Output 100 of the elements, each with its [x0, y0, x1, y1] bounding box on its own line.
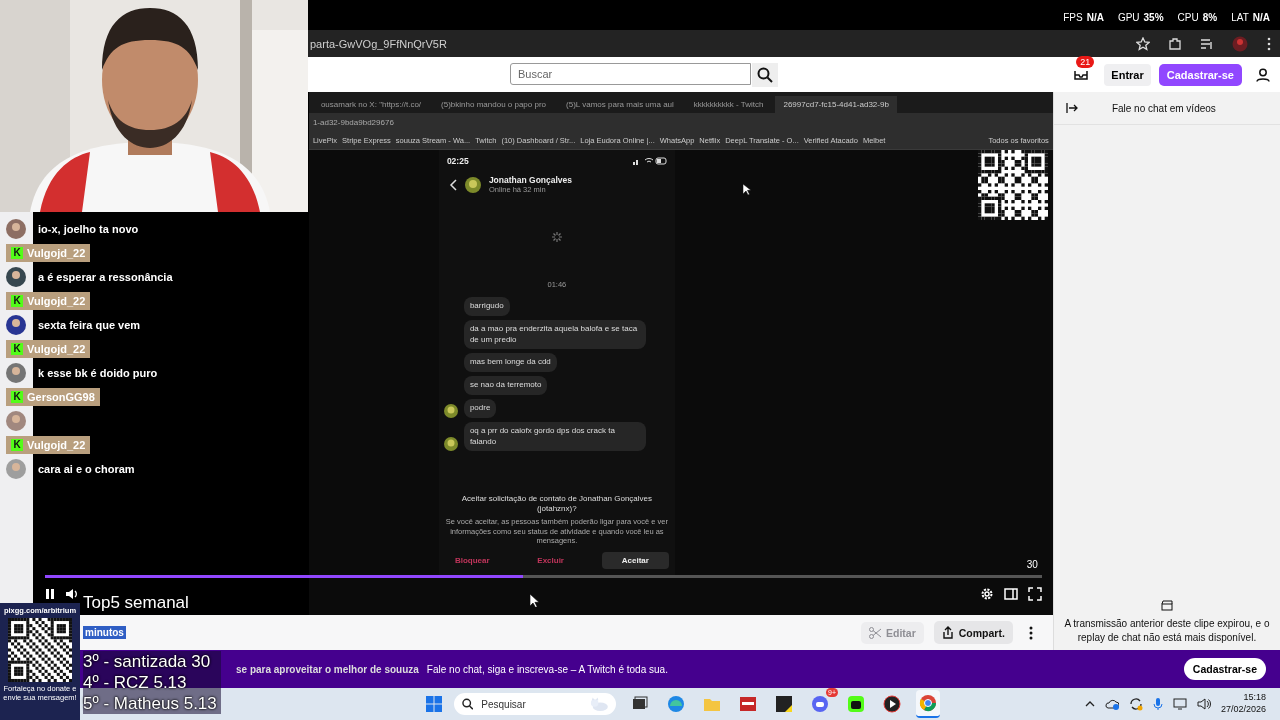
- cat-icon: [589, 696, 610, 712]
- message-bubble: mas bem longe da cdd: [463, 353, 557, 373]
- browser-tab[interactable]: ousamark no X: "https://t.co/: [312, 96, 430, 113]
- request-title: Aceitar solicitação de contato de Jonathan Gonçalves (jotahznx)?: [460, 493, 654, 515]
- banner-text: se para aproveitar o melhor de souuza: [236, 663, 419, 675]
- avatar: [6, 363, 26, 383]
- stat-label: GPU: [1117, 12, 1140, 23]
- note-icon[interactable]: [775, 695, 793, 713]
- chat-message: cara ai e o choram: [38, 463, 135, 475]
- leaderboard-entry: 4º - RCZ 5.13: [83, 672, 188, 693]
- stat-label: LAT: [1231, 12, 1249, 23]
- cursor-icon: [529, 594, 539, 607]
- sync-icon[interactable]: [1128, 697, 1143, 711]
- chat-app-icon[interactable]: [811, 695, 829, 713]
- cloud-icon[interactable]: [1104, 698, 1119, 710]
- avatar: [6, 411, 26, 431]
- action-button[interactable]: Aceitar: [601, 552, 669, 569]
- media-icon[interactable]: [1200, 36, 1214, 51]
- signup-button[interactable]: Cadastrar-se: [1158, 63, 1242, 86]
- username: Vulgojd_22: [27, 295, 86, 307]
- avatar: [464, 176, 481, 193]
- username: Vulgojd_22: [27, 343, 86, 355]
- collapse-icon[interactable]: [1065, 103, 1078, 113]
- platform-badge: K: [11, 295, 23, 307]
- search-icon: [462, 698, 474, 710]
- fullscreen-icon[interactable]: [1027, 587, 1042, 601]
- video-counter: 30: [1026, 559, 1038, 570]
- robot-icon[interactable]: [847, 695, 865, 713]
- more-icon[interactable]: [1028, 625, 1033, 640]
- address-bar-url[interactable]: parta-GwVOg_9FfNnQrV5R: [310, 37, 447, 50]
- user-icon[interactable]: [1256, 67, 1270, 82]
- status-time: 02:25: [446, 156, 469, 166]
- monitor-icon[interactable]: [1172, 698, 1187, 710]
- browser-icon[interactable]: [667, 695, 685, 713]
- search-bar[interactable]: Pesquisar: [454, 693, 616, 715]
- signup-button[interactable]: Cadastrar-se: [1183, 658, 1266, 680]
- more-icon[interactable]: [1266, 36, 1272, 51]
- volume-icon[interactable]: [64, 588, 79, 600]
- chat-message: a é esperar a ressonância: [38, 271, 173, 283]
- username: Vulgojd_22: [27, 439, 86, 451]
- play-icon[interactable]: [883, 695, 901, 713]
- browser-tab[interactable]: (5)L vamos para mais uma aul: [558, 96, 682, 113]
- pause-icon[interactable]: [44, 588, 55, 600]
- cursor-icon: [742, 184, 751, 195]
- browser-tab[interactable]: kkkkkkkkkk - Twitch: [685, 96, 772, 113]
- chevron-up-icon[interactable]: [1084, 701, 1095, 707]
- avatar: [6, 267, 26, 287]
- search-field[interactable]: Pesquisar: [479, 697, 584, 711]
- stat-value: 35%: [1143, 12, 1164, 23]
- search-icon: [757, 66, 773, 83]
- platform-badge: K: [11, 439, 23, 451]
- message-bubble: oq a prr do caiofx gordo dps dos crack ta falando: [463, 421, 646, 452]
- share-icon: [941, 626, 954, 639]
- leaderboard-entry: 3º - santizada 30: [83, 651, 212, 672]
- search-field[interactable]: Buscar: [510, 62, 751, 85]
- chat-title: Fale no chat em vídeos: [1111, 102, 1216, 114]
- app-tile-icon[interactable]: [739, 695, 757, 713]
- loading-spinner-icon: [551, 232, 562, 242]
- speaker-icon[interactable]: [1196, 698, 1211, 710]
- star-icon[interactable]: [1136, 36, 1150, 51]
- avatar: [6, 315, 26, 335]
- chat-message: k esse bk é doido puro: [38, 367, 158, 379]
- leaderboard-entry: 5º - Matheus 5.13: [83, 693, 217, 714]
- stat-label: CPU: [1177, 12, 1199, 23]
- avatar: [443, 437, 458, 452]
- platform-badge: K: [11, 391, 23, 403]
- browser-tab[interactable]: 26997cd7-fc15-4d41-ad32-9b: [775, 96, 897, 113]
- stat-value: N/A: [1086, 12, 1104, 23]
- browser-icon[interactable]: [919, 694, 937, 712]
- clock-time[interactable]: 15:18: [1243, 692, 1266, 704]
- message-bubble: se nao da terremoto: [463, 376, 548, 395]
- login-button[interactable]: Entrar: [1104, 63, 1151, 86]
- search-button[interactable]: [752, 62, 778, 87]
- signal-battery-icon: [632, 157, 667, 165]
- browser-tab[interactable]: (5)bkinho mandou o papo pro: [433, 96, 555, 113]
- contact-name[interactable]: Jonathan Gonçalves: [488, 175, 572, 185]
- action-button[interactable]: Excluir: [527, 552, 574, 569]
- back-icon[interactable]: [448, 178, 457, 191]
- chat-message: io-x, joelho ta novo: [38, 223, 139, 235]
- stat-value: N/A: [1252, 12, 1270, 23]
- action-button[interactable]: Bloquear: [444, 552, 500, 569]
- chat-unavailable-text: A transmissão anterior deste clipe expirou, e o replay de chat não está mais disponível.: [1063, 617, 1271, 644]
- platform-badge: K: [11, 247, 23, 259]
- message-bubble: podre: [463, 399, 497, 418]
- address-bar-url[interactable]: 1-ad32-9bda9bd29676: [312, 117, 394, 127]
- clapperboard-icon: [1160, 600, 1173, 611]
- stat-value: 8%: [1202, 12, 1218, 23]
- microphone-icon[interactable]: [1152, 697, 1163, 711]
- settings-icon[interactable]: [979, 587, 994, 601]
- theater-mode-icon[interactable]: [1003, 588, 1018, 600]
- share-button[interactable]: Compart.: [933, 621, 1013, 644]
- profile-avatar-icon[interactable]: [1232, 35, 1248, 52]
- scissors-icon: [869, 626, 881, 639]
- banner-text: Fale no chat, siga e inscreva-se – A Twitch é toda sua.: [426, 663, 668, 675]
- username: GersonGG98: [27, 391, 95, 403]
- clock-date[interactable]: 27/02/2026: [1220, 704, 1266, 716]
- message-bubble: barrigudo: [463, 297, 510, 316]
- qr-code: [977, 150, 1048, 220]
- message-bubble: da a mao pra enderzita aquela balofa e se taca de um predio: [463, 319, 646, 350]
- stat-label: FPS: [1063, 12, 1083, 23]
